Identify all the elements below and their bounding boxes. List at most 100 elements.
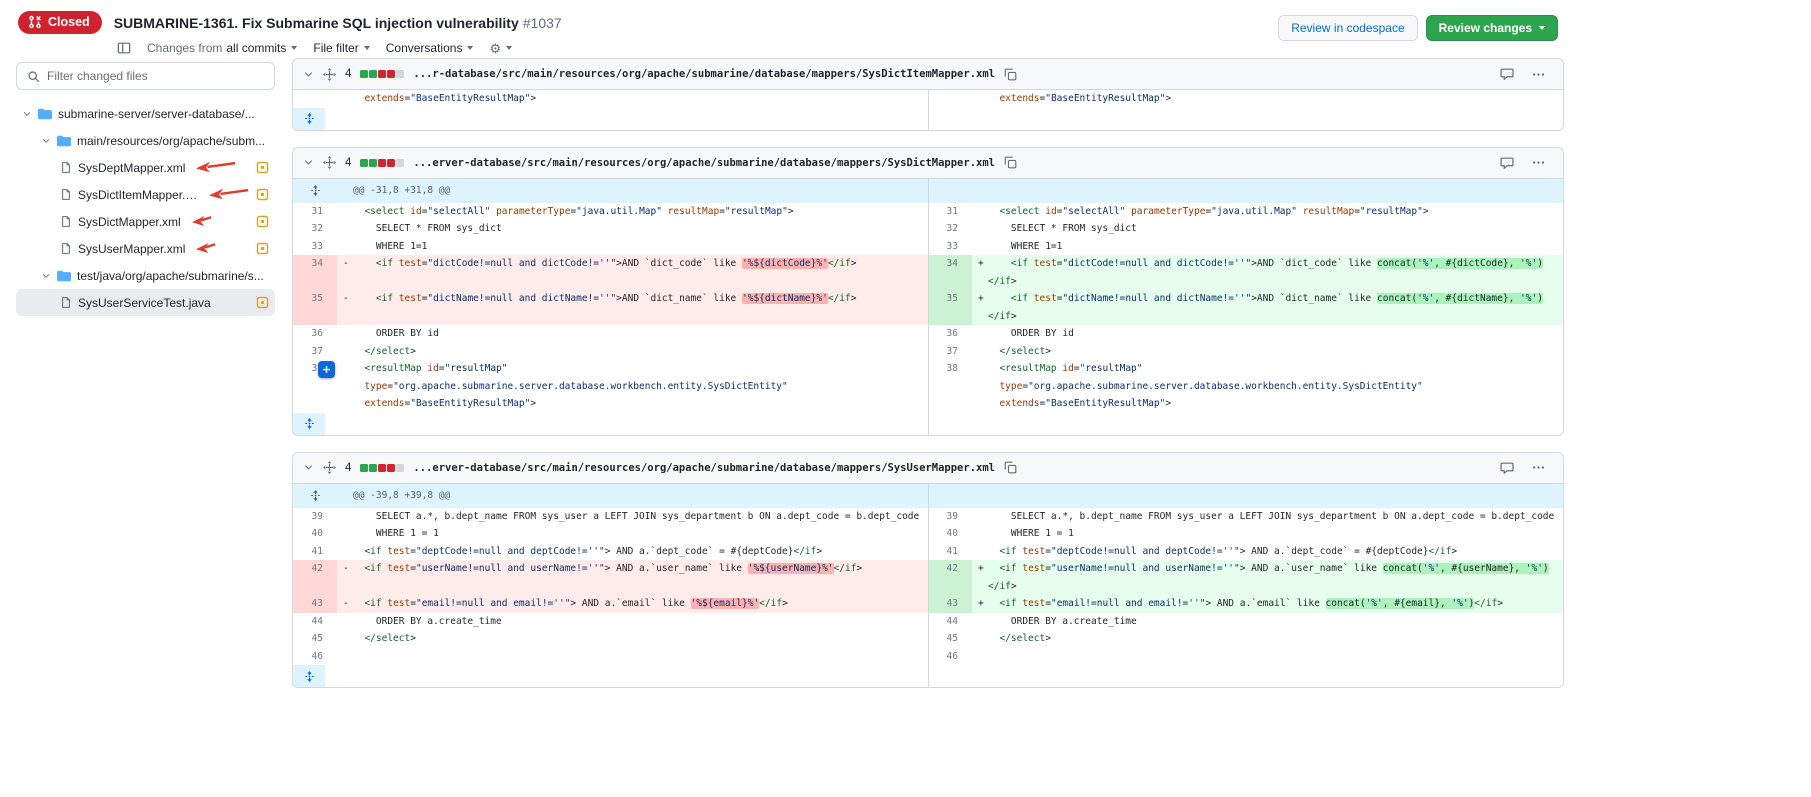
line-number[interactable]: 33 <box>293 238 337 256</box>
expand-diff-button[interactable] <box>293 413 325 435</box>
expand-diff-button[interactable] <box>293 665 325 687</box>
line-number[interactable]: 43 <box>928 595 972 613</box>
file-comment-icon[interactable] <box>1500 67 1514 81</box>
copy-path-icon[interactable] <box>1004 68 1017 81</box>
chevron-down-icon <box>41 136 51 146</box>
diff-context-half: 40 WHERE 1 = 1 <box>928 525 1563 543</box>
file-menu-icon[interactable] <box>1532 68 1545 81</box>
collapse-file-icon[interactable] <box>303 69 314 80</box>
tree-file-sysdictitemmapper-xml[interactable]: SysDictItemMapper.xml <box>16 181 275 208</box>
line-number[interactable]: 35 <box>293 290 337 325</box>
line-number[interactable]: 39 <box>928 508 972 526</box>
line-number[interactable] <box>928 90 972 108</box>
diffstat-square <box>387 70 395 78</box>
line-number[interactable]: 32 <box>293 220 337 238</box>
drag-handle-icon[interactable] <box>323 156 336 169</box>
tree-file-sysdictmapper-xml[interactable]: SysDictMapper.xml <box>16 208 275 235</box>
line-number[interactable]: 38 <box>928 360 972 413</box>
changes-from-dropdown[interactable]: Changes from all commits <box>147 41 297 55</box>
expand-diff-button[interactable] <box>293 108 325 130</box>
line-number[interactable]: 35 <box>928 290 972 325</box>
line-number[interactable]: 31 <box>928 203 972 221</box>
copy-path-icon[interactable] <box>1004 461 1017 474</box>
line-number[interactable]: 43 <box>293 595 337 613</box>
tree-item-label: SysUserMapper.xml <box>78 242 185 256</box>
diff-code-line: + <if test="dictCode!=null and dictCode!… <box>972 255 1563 290</box>
file-header: 4 ...erver-database/src/main/resources/or… <box>293 453 1563 484</box>
diff-code-line: SELECT * FROM sys_dict <box>972 220 1563 238</box>
file-filter-dropdown[interactable]: File filter <box>313 41 369 55</box>
review-in-codespace-button[interactable]: Review in codespace <box>1278 15 1417 41</box>
line-number[interactable]: 37 <box>928 343 972 361</box>
line-number[interactable]: 41 <box>293 543 337 561</box>
line-number[interactable]: 36 <box>928 325 972 343</box>
tree-file-sysusermapper-xml[interactable]: SysUserMapper.xml <box>16 235 275 262</box>
line-number[interactable]: 44 <box>293 613 337 631</box>
file-modified-icon <box>256 242 269 255</box>
line-number[interactable] <box>293 90 337 108</box>
line-number[interactable]: 33 <box>928 238 972 256</box>
tree-file-sysdeptmapper-xml[interactable]: SysDeptMapper.xml <box>16 154 275 181</box>
line-number[interactable]: 42 <box>293 560 337 595</box>
diffstat-square <box>396 159 404 167</box>
file-path[interactable]: ...r-database/src/main/resources/org/apa… <box>413 68 995 80</box>
file-comment-icon[interactable] <box>1500 461 1514 475</box>
diff-code-line: ORDER BY id <box>972 325 1563 343</box>
file-path[interactable]: ...erver-database/src/main/resources/org… <box>413 157 995 169</box>
changes-count: 4 <box>345 462 351 474</box>
tree-file-sysuserservicetest-java[interactable]: SysUserServiceTest.java <box>16 289 275 316</box>
tree-folder-test-java-org-apache-submarine-s[interactable]: test/java/org/apache/submarine/s... <box>16 262 275 289</box>
line-number[interactable]: 41 <box>928 543 972 561</box>
line-number[interactable]: 32 <box>928 220 972 238</box>
word-highlight: concat('%', #{dictCode}, '%') <box>1377 258 1543 269</box>
folder-icon <box>38 107 52 121</box>
line-number[interactable]: 45 <box>928 630 972 648</box>
diff-added-half: 35+ <if test="dictName!=null and dictNam… <box>928 290 1563 325</box>
diff-list: 4 ...r-database/src/main/resources/org/ap… <box>289 57 1564 704</box>
file-menu-icon[interactable] <box>1532 156 1545 169</box>
diff-code-line: WHERE 1=1 <box>972 238 1563 256</box>
tree-item-label: SysUserServiceTest.java <box>78 296 211 310</box>
diff-context-half: extends="BaseEntityResultMap"> <box>928 90 1563 108</box>
diff-added-half: 34+ <if test="dictCode!=null and dictCod… <box>928 255 1563 290</box>
line-number[interactable]: 46 <box>293 648 337 666</box>
line-number[interactable]: 34 <box>928 255 972 290</box>
split-divider <box>928 90 929 130</box>
tree-item-label: test/java/org/apache/submarine/s... <box>77 269 264 283</box>
conversations-dropdown[interactable]: Conversations <box>386 41 474 55</box>
line-number[interactable]: 31 <box>293 203 337 221</box>
line-number[interactable]: 34 <box>293 255 337 290</box>
line-number[interactable]: 45 <box>293 630 337 648</box>
tree-folder-submarine-server-server-database[interactable]: submarine-server/server-database/... <box>16 100 275 127</box>
expand-hunk-button[interactable] <box>293 179 337 203</box>
copy-path-icon[interactable] <box>1004 156 1017 169</box>
diff-deleted-half: 35- <if test="dictName!=null and dictNam… <box>293 290 928 325</box>
line-number[interactable]: 46 <box>928 648 972 666</box>
filter-files-input[interactable] <box>47 69 264 83</box>
review-changes-button[interactable]: Review changes <box>1426 15 1558 41</box>
file-path[interactable]: ...erver-database/src/main/resources/org… <box>413 462 995 474</box>
line-number[interactable]: 40 <box>928 525 972 543</box>
file-menu-icon[interactable] <box>1532 461 1545 474</box>
collapse-file-icon[interactable] <box>303 157 314 168</box>
expand-hunk-button[interactable] <box>293 484 337 508</box>
line-number[interactable]: 42 <box>928 560 972 595</box>
tree-folder-main-resources-org-apache-subm[interactable]: main/resources/org/apache/subm... <box>16 127 275 154</box>
file-comment-icon[interactable] <box>1500 156 1514 170</box>
diff-code-line: </select> <box>337 343 928 361</box>
folder-icon <box>57 134 71 148</box>
collapse-file-icon[interactable] <box>303 462 314 473</box>
add-comment-button[interactable] <box>318 361 335 378</box>
diff-code-line: <select id="selectAll" parameterType="ja… <box>337 203 928 221</box>
line-number[interactable]: 36 <box>293 325 337 343</box>
line-number[interactable]: 39 <box>293 508 337 526</box>
sidebar-toggle-icon[interactable] <box>117 41 131 55</box>
drag-handle-icon[interactable] <box>323 68 336 81</box>
diff-context-half: 46 <box>928 648 1563 666</box>
line-number[interactable]: 40 <box>293 525 337 543</box>
line-number[interactable]: 37 <box>293 343 337 361</box>
diff-settings-dropdown[interactable]: ⚙ <box>489 42 512 55</box>
drag-handle-icon[interactable] <box>323 461 336 474</box>
line-number[interactable]: 44 <box>928 613 972 631</box>
diff-added-half: 43+ <if test="email!=null and email!=''"… <box>928 595 1563 613</box>
